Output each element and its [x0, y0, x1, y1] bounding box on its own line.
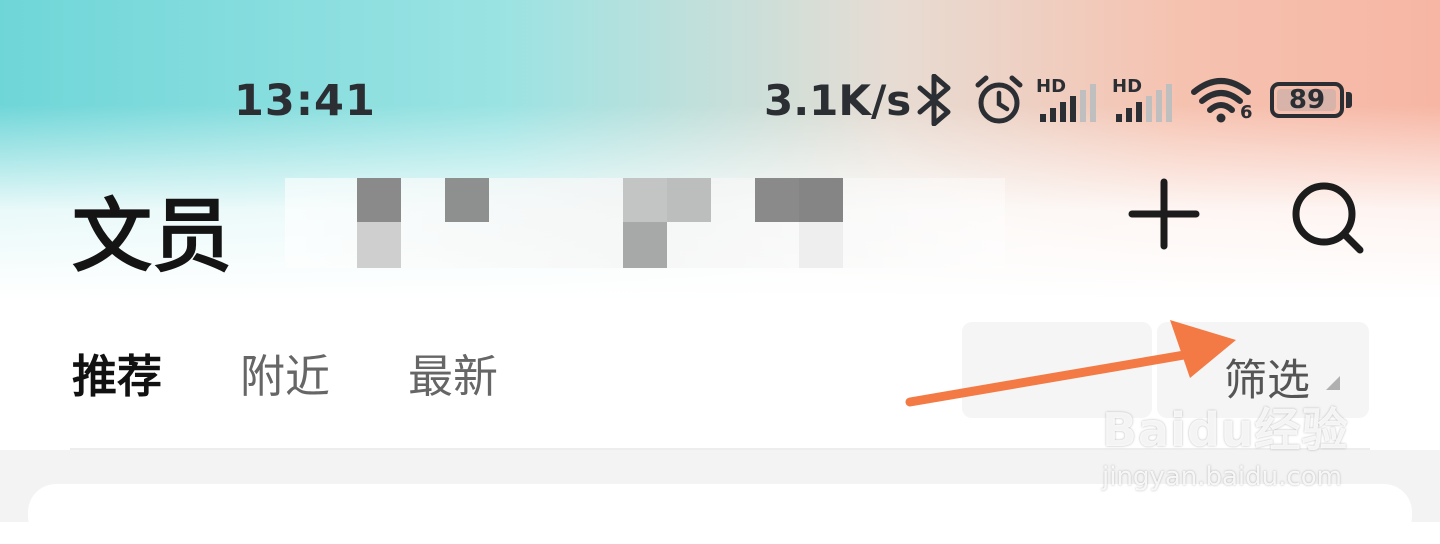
tab-latest[interactable]: 最新 — [408, 340, 498, 405]
add-icon[interactable] — [1128, 178, 1200, 250]
signal-icon — [1040, 84, 1096, 122]
tab-nearby[interactable]: 附近 — [240, 340, 330, 405]
watermark-logo: Baidu经验 — [1102, 403, 1349, 457]
tab-recommended[interactable]: 推荐 — [72, 340, 162, 405]
battery-icon: 89 — [1270, 82, 1344, 118]
status-time: 13:41 — [234, 76, 376, 126]
status-network-speed: 3.1K/s — [764, 76, 912, 125]
content-card[interactable] — [28, 484, 1412, 544]
baidu-watermark: Baidu经验 jingyan.baidu.com — [1102, 394, 1372, 492]
search-icon[interactable] — [1290, 180, 1366, 256]
signal-icon — [1116, 84, 1172, 122]
battery-level: 89 — [1288, 85, 1326, 115]
wifi-label: 6 — [1240, 102, 1253, 123]
filter-caret-icon — [1326, 376, 1340, 390]
signal-group-2: HD — [1112, 76, 1176, 122]
pixelated-redacted-text — [285, 178, 1005, 268]
page-title[interactable]: 文员 — [72, 172, 232, 288]
alarm-icon — [975, 75, 1023, 124]
signal-group-1: HD — [1036, 76, 1100, 122]
bluetooth-icon — [917, 74, 951, 126]
battery-tip — [1346, 92, 1352, 108]
watermark-url: jingyan.baidu.com — [1102, 462, 1342, 492]
wifi-group: 6 — [1190, 76, 1256, 126]
